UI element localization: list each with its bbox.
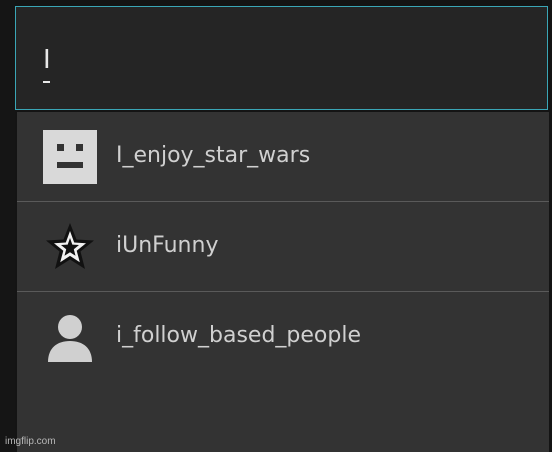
default-avatar-icon [48,315,92,362]
suggestion-item[interactable]: i_follow_based_people [17,292,549,382]
suggestion-item[interactable]: I_enjoy_star_wars [17,112,549,202]
suggestion-label: I_enjoy_star_wars [116,143,311,168]
search-input[interactable]: I [15,6,548,110]
suggestion-label: iUnFunny [116,233,219,258]
text-cursor [43,81,50,83]
suggestion-dropdown: I_enjoy_star_wars iUnFunny i_follow_base… [17,112,549,452]
imgflip-watermark: imgflip.com [5,436,56,447]
search-input-value: I [43,45,51,75]
suggestion-item[interactable]: iUnFunny [17,202,549,292]
robot-face-icon [43,130,97,184]
left-edge [0,0,15,452]
suggestion-label: i_follow_based_people [116,323,361,348]
mention-autocomplete-screen: I I_enjoy_star_wars iUnFunny i_follow_ba… [0,0,552,452]
star-icon [46,223,94,269]
